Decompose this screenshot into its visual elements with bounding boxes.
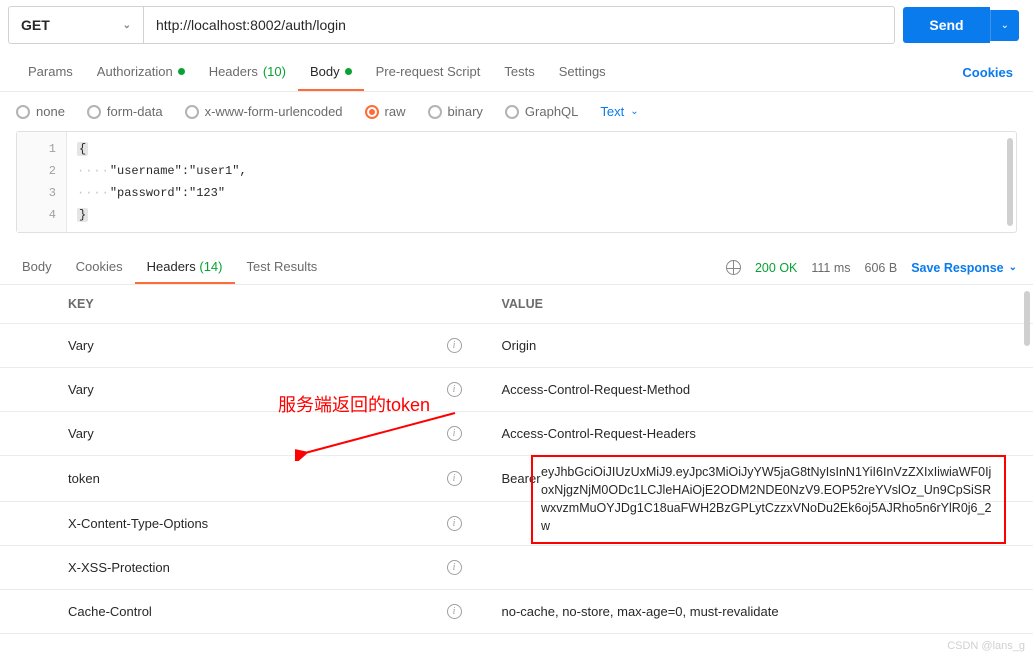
chevron-down-icon: ⌄	[630, 106, 638, 117]
info-icon[interactable]: i	[447, 382, 462, 397]
radio-icon	[505, 105, 519, 119]
editor-code[interactable]: { ····"username":"user1", ····"password"…	[67, 132, 1016, 232]
save-response-button[interactable]: Save Response⌄	[911, 261, 1017, 275]
editor-gutter: 1 2 3 4	[17, 132, 67, 232]
body-format-dropdown[interactable]: Text⌄	[600, 104, 638, 119]
request-bar: GET ⌄ http://localhost:8002/auth/login S…	[0, 0, 1033, 50]
radio-none[interactable]: none	[16, 104, 65, 119]
tab-params[interactable]: Params	[16, 54, 85, 91]
cookies-link[interactable]: Cookies	[958, 55, 1017, 90]
table-row: Varyi Access-Control-Request-Method	[0, 368, 1033, 412]
resp-tab-body[interactable]: Body	[10, 251, 64, 284]
radio-icon	[87, 105, 101, 119]
radio-formdata[interactable]: form-data	[87, 104, 163, 119]
col-value-label: VALUE	[486, 285, 1033, 323]
table-row: Varyi Origin	[0, 324, 1033, 368]
send-button-group: Send ⌄	[903, 7, 1019, 43]
radio-icon	[365, 105, 379, 119]
info-icon[interactable]: i	[447, 516, 462, 531]
response-tabs: Body Cookies Headers (14) Test Results 2…	[0, 243, 1033, 285]
body-type-row: none form-data x-www-form-urlencoded raw…	[0, 92, 1033, 131]
resp-tab-testresults[interactable]: Test Results	[235, 251, 330, 284]
http-method-select[interactable]: GET ⌄	[8, 6, 143, 44]
http-method-value: GET	[21, 17, 50, 33]
url-input[interactable]: http://localhost:8002/auth/login	[143, 6, 895, 44]
info-icon[interactable]: i	[447, 426, 462, 441]
send-button[interactable]: Send	[903, 7, 989, 43]
dot-indicator-icon	[178, 68, 185, 75]
radio-raw[interactable]: raw	[365, 104, 406, 119]
status-code: 200 OK	[755, 261, 797, 275]
radio-icon	[16, 105, 30, 119]
table-row: Varyi Access-Control-Request-Headers	[0, 412, 1033, 456]
radio-urlencoded[interactable]: x-www-form-urlencoded	[185, 104, 343, 119]
response-meta: 200 OK 111 ms 606 B Save Response⌄	[726, 260, 1017, 275]
col-key-label: KEY	[0, 285, 486, 323]
chevron-down-icon: ⌄	[123, 20, 131, 31]
radio-graphql[interactable]: GraphQL	[505, 104, 578, 119]
resp-tab-cookies[interactable]: Cookies	[64, 251, 135, 284]
tab-prerequest[interactable]: Pre-request Script	[364, 54, 493, 91]
table-row: X-XSS-Protectioni	[0, 546, 1033, 590]
send-dropdown-button[interactable]: ⌄	[990, 10, 1019, 41]
annotation-label: 服务端返回的token	[278, 391, 430, 417]
request-body-editor[interactable]: 1 2 3 4 { ····"username":"user1", ····"p…	[16, 131, 1017, 233]
url-value: http://localhost:8002/auth/login	[156, 17, 346, 33]
tab-settings[interactable]: Settings	[547, 54, 618, 91]
scrollbar[interactable]	[1007, 138, 1013, 226]
response-headers-area: KEY VALUE Varyi Origin Varyi Access-Cont…	[0, 285, 1033, 634]
table-row: Cache-Controli no-cache, no-store, max-a…	[0, 590, 1033, 634]
chevron-down-icon: ⌄	[1009, 262, 1017, 273]
table-header-row: KEY VALUE	[0, 285, 1033, 324]
radio-icon	[185, 105, 199, 119]
info-icon[interactable]: i	[447, 471, 462, 486]
globe-icon[interactable]	[726, 260, 741, 275]
info-icon[interactable]: i	[447, 338, 462, 353]
radio-binary[interactable]: binary	[428, 104, 483, 119]
response-time: 111 ms	[811, 261, 850, 275]
info-icon[interactable]: i	[447, 560, 462, 575]
annotation-token-box: eyJhbGciOiJIUzUxMiJ9.eyJpc3MiOiJyYW5jaG8…	[531, 455, 1006, 544]
tab-authorization[interactable]: Authorization	[85, 54, 197, 91]
resp-tab-headers[interactable]: Headers (14)	[135, 251, 235, 284]
info-icon[interactable]: i	[447, 604, 462, 619]
response-size: 606 B	[865, 261, 898, 275]
tab-tests[interactable]: Tests	[492, 54, 546, 91]
watermark: CSDN @lans_g	[947, 640, 1025, 652]
tab-body[interactable]: Body	[298, 54, 364, 91]
request-tabs: Params Authorization Headers (10) Body P…	[0, 50, 1033, 92]
dot-indicator-icon	[345, 68, 352, 75]
tab-headers[interactable]: Headers (10)	[197, 54, 298, 91]
scrollbar[interactable]	[1024, 291, 1030, 346]
radio-icon	[428, 105, 442, 119]
